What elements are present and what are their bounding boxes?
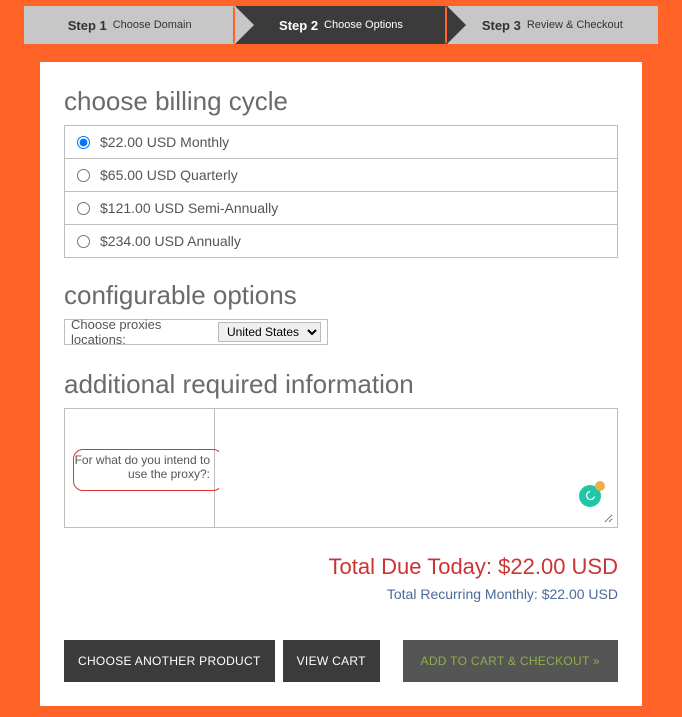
info-label-cell: For what do you intend to use the proxy?… [65, 409, 215, 527]
billing-option-annual[interactable]: $234.00 USD Annually [65, 225, 617, 257]
config-title: configurable options [64, 280, 618, 311]
billing-label: $65.00 USD Quarterly [100, 167, 238, 183]
add-to-cart-checkout-button[interactable]: ADD TO CART & CHECKOUT » [403, 640, 618, 682]
total-due: Total Due Today: $22.00 USD [64, 554, 618, 580]
billing-radio[interactable] [77, 136, 90, 149]
billing-radio[interactable] [77, 169, 90, 182]
proxies-label: Choose proxies locations: [71, 317, 212, 347]
step-choose-domain[interactable]: Step 1 Choose Domain [24, 6, 235, 44]
step-choose-options[interactable]: Step 2 Choose Options [235, 6, 446, 44]
main-panel: choose billing cycle $22.00 USD Monthly … [40, 62, 642, 706]
billing-radio[interactable] [77, 235, 90, 248]
config-proxies-row: Choose proxies locations: United States [64, 319, 328, 345]
totals: Total Due Today: $22.00 USD Total Recurr… [64, 554, 618, 602]
step-number: Step 1 [68, 18, 107, 33]
choose-another-button[interactable]: CHOOSE ANOTHER PRODUCT [64, 640, 275, 682]
billing-radio[interactable] [77, 202, 90, 215]
info-title: additional required information [64, 369, 618, 400]
billing-option-semiannual[interactable]: $121.00 USD Semi-Annually [65, 192, 617, 225]
chat-widget-icon[interactable] [579, 485, 601, 507]
total-recurring: Total Recurring Monthly: $22.00 USD [64, 586, 618, 602]
step-label: Choose Options [324, 19, 403, 31]
info-textarea-cell [215, 409, 617, 527]
total-due-amount: $22.00 USD [498, 554, 618, 579]
action-bar: CHOOSE ANOTHER PRODUCT VIEW CART ADD TO … [64, 640, 618, 682]
info-textarea[interactable] [219, 413, 613, 523]
billing-option-quarterly[interactable]: $65.00 USD Quarterly [65, 159, 617, 192]
step-review-checkout[interactable]: Step 3 Review & Checkout [447, 6, 658, 44]
total-recurring-amount: $22.00 USD [542, 586, 618, 602]
billing-label: $121.00 USD Semi-Annually [100, 200, 278, 216]
proxies-select[interactable]: United States [218, 322, 321, 342]
stepper: Step 1 Choose Domain Step 2 Choose Optio… [24, 6, 658, 44]
billing-label: $22.00 USD Monthly [100, 134, 229, 150]
total-due-label: Total Due Today: [329, 554, 499, 579]
billing-option-monthly[interactable]: $22.00 USD Monthly [65, 126, 617, 159]
billing-table: $22.00 USD Monthly $65.00 USD Quarterly … [64, 125, 618, 258]
billing-title: choose billing cycle [64, 86, 618, 117]
step-number: Step 3 [482, 18, 521, 33]
info-question: For what do you intend to use the proxy?… [71, 453, 210, 481]
billing-label: $234.00 USD Annually [100, 233, 241, 249]
step-label: Choose Domain [113, 19, 192, 31]
step-label: Review & Checkout [527, 19, 623, 31]
view-cart-button[interactable]: VIEW CART [283, 640, 380, 682]
total-recurring-label: Total Recurring Monthly: [387, 586, 542, 602]
step-number: Step 2 [279, 18, 318, 33]
info-table: For what do you intend to use the proxy?… [64, 408, 618, 528]
